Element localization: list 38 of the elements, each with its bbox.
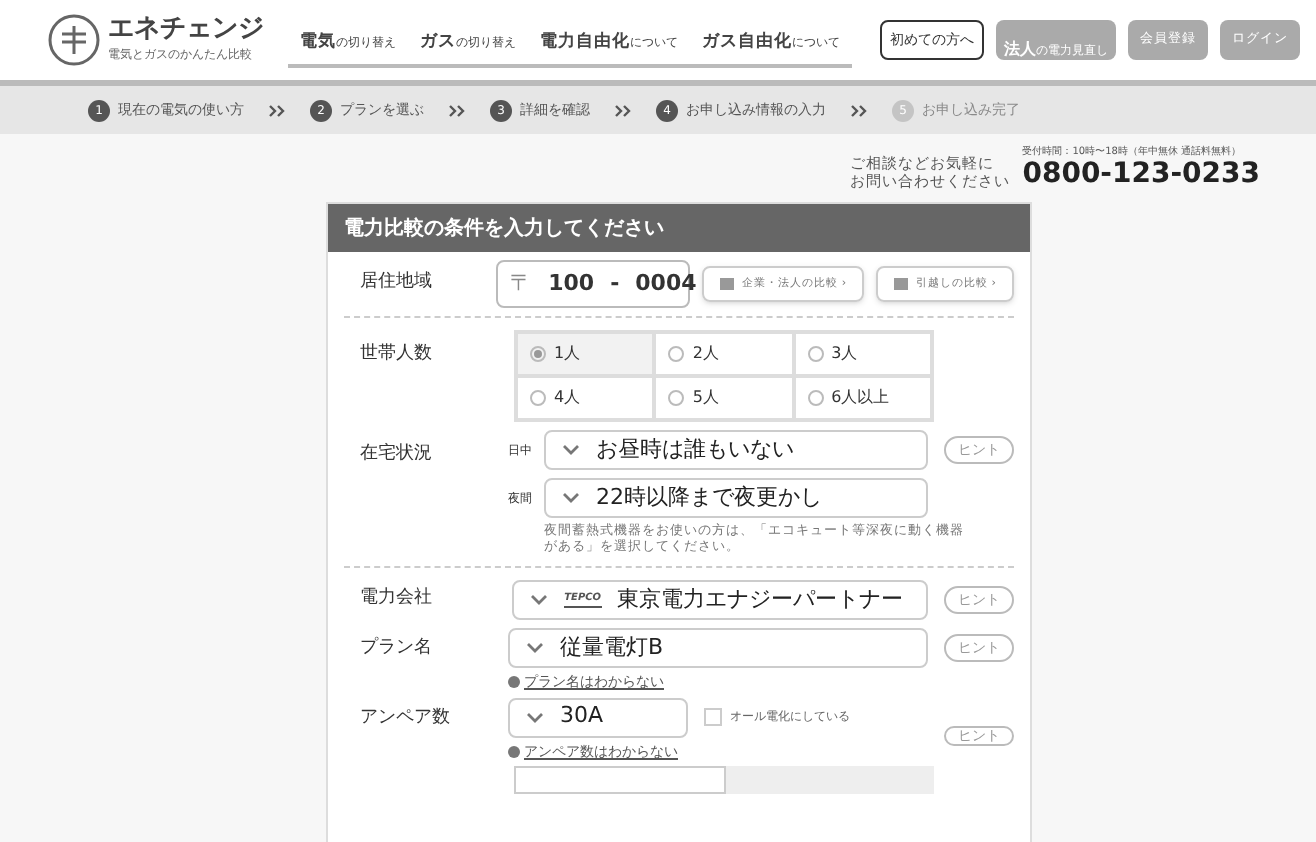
logo-icon bbox=[48, 14, 100, 66]
radio-option[interactable]: 5人 bbox=[654, 376, 794, 420]
double-chevron-icon bbox=[614, 103, 632, 117]
logo-name: エネチェンジ bbox=[108, 16, 264, 42]
radio-option[interactable]: 6人以上 bbox=[793, 376, 932, 420]
select-field[interactable]: お昼時は誰もいない bbox=[544, 430, 928, 470]
field-label: 在宅状況 bbox=[358, 441, 434, 468]
select-value: お昼時は誰もいない bbox=[596, 433, 794, 466]
select-value: 30A bbox=[560, 700, 604, 733]
radio-option[interactable]: 3人 bbox=[793, 332, 932, 376]
double-chevron-icon bbox=[850, 103, 868, 117]
chevron-down-icon bbox=[526, 711, 544, 723]
postal-code-field[interactable]: 〒 100 - 0004 bbox=[496, 260, 691, 308]
field-label: 電力会社 bbox=[358, 586, 434, 613]
field-label: 世帯人数 bbox=[358, 341, 434, 368]
chevron-down-icon bbox=[562, 444, 580, 456]
chevron-down-icon bbox=[530, 594, 549, 606]
double-chevron-icon bbox=[268, 103, 286, 117]
form-title: 電力比較の条件を入力してください bbox=[328, 204, 1030, 252]
select-value: 従量電灯B bbox=[560, 631, 664, 664]
radio-option[interactable]: 4人 bbox=[516, 376, 655, 420]
chevron-down-icon bbox=[562, 492, 580, 504]
double-chevron-icon bbox=[448, 103, 466, 117]
question-icon bbox=[508, 676, 520, 689]
question-icon bbox=[508, 745, 520, 758]
chevron-down-icon bbox=[526, 642, 544, 654]
select-field[interactable]: 22時以降まで夜更かし bbox=[544, 478, 928, 518]
phone-number: 0800-123-0233 bbox=[1022, 160, 1260, 190]
radio-option[interactable]: 1人 bbox=[516, 332, 655, 376]
radio-option[interactable]: 2人 bbox=[654, 332, 794, 376]
select-value: 22時以降まで夜更かし bbox=[596, 481, 822, 514]
select-value: 東京電力エナジーパートナー bbox=[617, 583, 904, 616]
select-field[interactable]: 従量電灯B bbox=[508, 628, 928, 668]
field-label: アンペア数 bbox=[358, 705, 452, 731]
checkbox[interactable] bbox=[704, 708, 722, 726]
field-label: プラン名 bbox=[358, 634, 434, 662]
field-label: 居住地域 bbox=[358, 270, 434, 297]
select-field[interactable]: 30A bbox=[508, 697, 688, 737]
